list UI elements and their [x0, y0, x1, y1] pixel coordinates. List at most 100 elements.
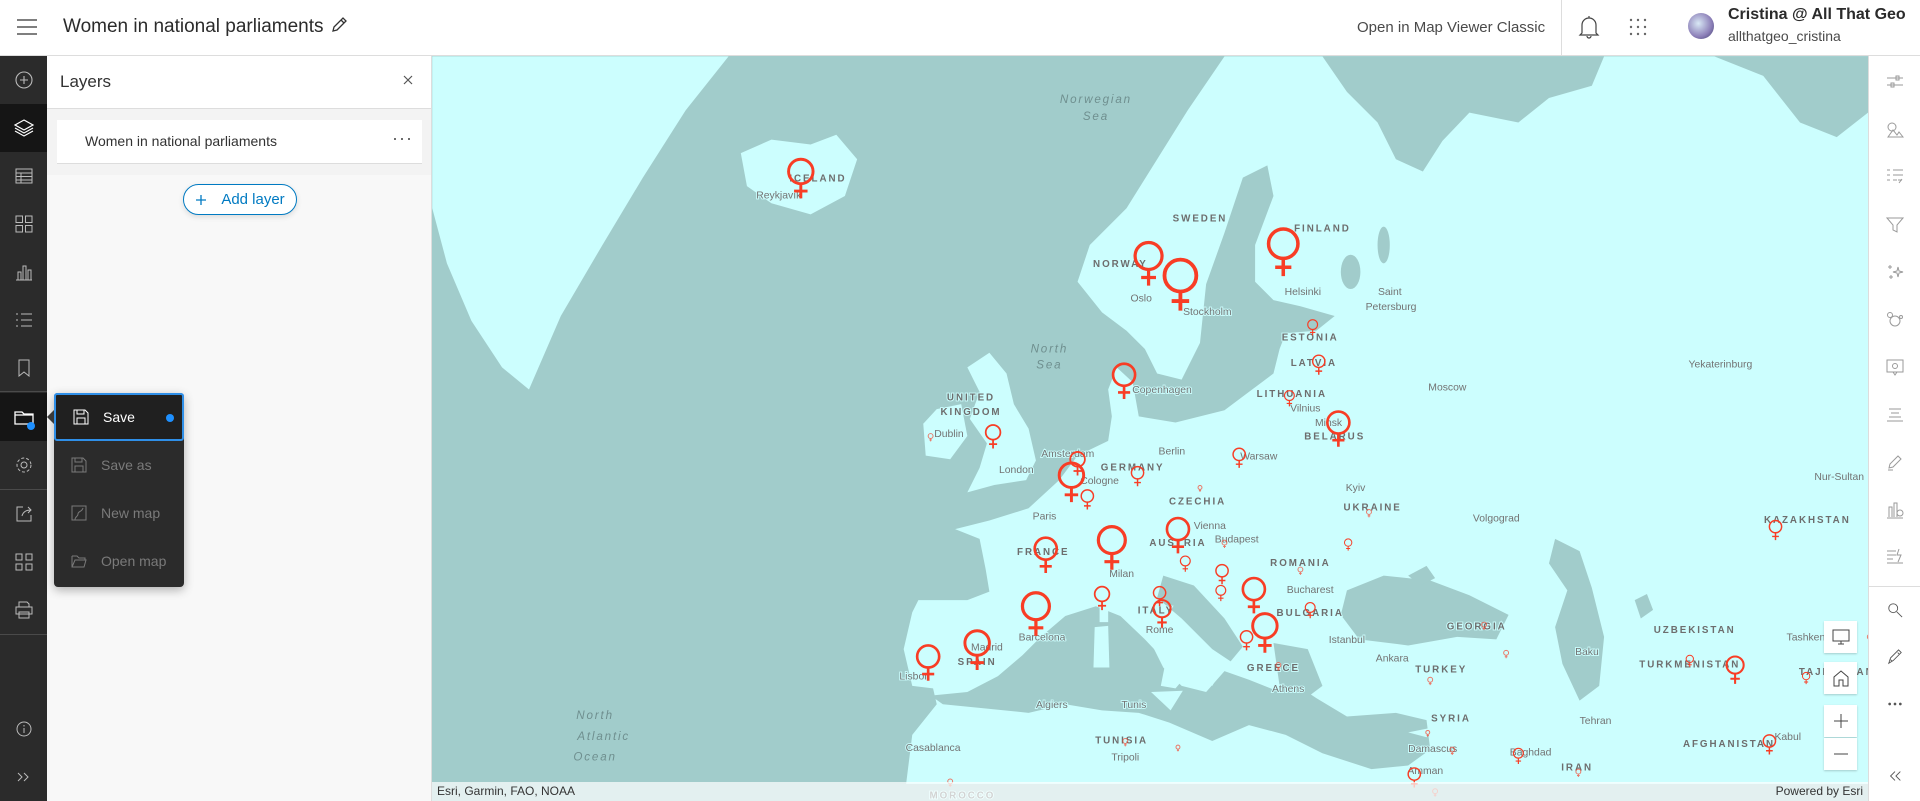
settings-button[interactable] [0, 441, 47, 489]
bookmarks-button[interactable] [0, 344, 47, 392]
filter-button[interactable] [1869, 202, 1920, 248]
styles-icon [1887, 122, 1904, 137]
more-icon [1888, 702, 1902, 706]
layer-name: Women in national parliaments [85, 133, 277, 149]
clustering-button[interactable] [1869, 297, 1920, 343]
add-layer-button[interactable]: Add layer [183, 184, 297, 215]
app-launcher-icon[interactable] [1628, 17, 1648, 37]
apps-button[interactable] [0, 538, 47, 586]
info-button[interactable] [0, 705, 47, 753]
city-label: Rome [1146, 625, 1174, 636]
country-label: IRAN [1561, 762, 1593, 773]
city-label: Amsterdam [1041, 449, 1094, 460]
save-folder-button[interactable] [0, 393, 47, 441]
expand-toolbar-button[interactable] [0, 753, 47, 801]
forms-icon [1887, 548, 1903, 564]
powered-by-esri[interactable]: Powered by Esri [1776, 784, 1863, 798]
user-avatar[interactable] [1688, 13, 1714, 39]
country-label: GREECE [1247, 663, 1300, 674]
city-label: Petersburg [1366, 302, 1417, 313]
more-button[interactable] [1869, 681, 1920, 727]
new-map-icon [71, 505, 87, 521]
menu-icon[interactable] [17, 18, 37, 36]
fields-button[interactable] [1869, 154, 1920, 200]
menu-item-label: Open map [101, 553, 167, 569]
menu-item-new-map[interactable]: New map [54, 489, 184, 537]
sketch-icon [1888, 455, 1902, 471]
city-label: Athens [1272, 684, 1304, 695]
attribution-text[interactable]: Esri, Garmin, FAO, NOAA [437, 784, 575, 798]
city-label: Volgograd [1473, 514, 1520, 525]
styles-button[interactable] [1869, 107, 1920, 153]
country-label: TURKEY [1415, 664, 1467, 675]
legend-button[interactable] [0, 296, 47, 344]
divider [0, 391, 47, 392]
zoom-out-button[interactable] [1824, 738, 1857, 770]
menu-item-save[interactable]: Save [54, 393, 184, 441]
print-button[interactable] [0, 586, 47, 634]
city-label: Dublin [934, 429, 964, 440]
menu-item-open-map[interactable]: Open map [54, 537, 184, 585]
monitor-icon [1832, 629, 1849, 645]
table-button[interactable] [0, 152, 47, 200]
save-menu: Save Save as New map Open map [47, 393, 184, 587]
share-button[interactable] [0, 490, 47, 538]
zoom-in-button[interactable] [1824, 705, 1857, 737]
home-button[interactable] [1824, 662, 1857, 694]
configure-button[interactable] [1869, 487, 1920, 533]
fullscreen-button[interactable] [1824, 621, 1857, 653]
basemap-button[interactable] [0, 200, 47, 248]
forms-button[interactable] [1869, 534, 1920, 580]
notifications-bell-icon[interactable] [1578, 15, 1600, 39]
city-label: Bucharest [1287, 585, 1334, 596]
country-label: TUNISIA [1095, 735, 1148, 746]
city-label: Algiers [1036, 700, 1068, 711]
properties-button[interactable] [1869, 59, 1920, 105]
sea-label: Atlantic [576, 730, 630, 743]
labels-button[interactable] [1869, 392, 1920, 438]
table-icon [15, 168, 32, 184]
add-button[interactable] [0, 56, 47, 104]
close-icon[interactable] [402, 74, 414, 86]
user-login: allthatgeo_cristina [1728, 28, 1841, 44]
country-label: UNITED [947, 392, 995, 403]
layer-options-button[interactable]: ··· [392, 128, 413, 149]
city-label: Berlin [1159, 446, 1186, 457]
charts-button[interactable] [0, 248, 47, 296]
sketch-button[interactable] [1869, 439, 1920, 485]
city-label: Milan [1109, 569, 1134, 580]
unsaved-indicator-dot [27, 422, 35, 430]
unsaved-indicator-dot [166, 414, 174, 422]
country-label: CZECHIA [1169, 497, 1226, 508]
measure-button[interactable] [1869, 634, 1920, 680]
popups-button[interactable] [1869, 344, 1920, 390]
sea-label: Ocean [573, 751, 616, 764]
city-label: Stockholm [1183, 307, 1232, 318]
search-button[interactable] [1869, 587, 1920, 633]
city-label: Istanbul [1329, 635, 1365, 646]
country-label: GERMANY [1101, 462, 1165, 473]
city-label: Barcelona [1019, 633, 1066, 644]
save-icon [73, 409, 89, 425]
user-display-name[interactable]: Cristina @ All That Geo [1728, 6, 1906, 24]
labels-icon [1887, 408, 1903, 421]
layers-button[interactable] [0, 104, 47, 152]
city-label: Oslo [1131, 293, 1153, 304]
layer-item[interactable]: Women in national parliaments ··· [57, 120, 422, 164]
print-icon [15, 601, 32, 619]
collapse-button[interactable] [1869, 753, 1920, 799]
filter-icon [1886, 217, 1904, 233]
save-as-icon [71, 457, 87, 473]
effects-button[interactable] [1869, 249, 1920, 295]
edit-title-icon[interactable] [330, 16, 348, 34]
menu-item-save-as[interactable]: Save as [54, 441, 184, 489]
configure-icon [1887, 502, 1904, 518]
legend-icon [15, 313, 32, 327]
city-label: Yekaterinburg [1689, 359, 1753, 370]
open-map-viewer-classic-link[interactable]: Open in Map Viewer Classic [1357, 19, 1545, 36]
divider [0, 634, 47, 635]
country-label: LITHUANIA [1257, 389, 1327, 400]
sea-label: Sea [1036, 359, 1062, 372]
menu-item-label: Save as [101, 457, 152, 473]
country-label: FRANCE [1017, 547, 1070, 558]
